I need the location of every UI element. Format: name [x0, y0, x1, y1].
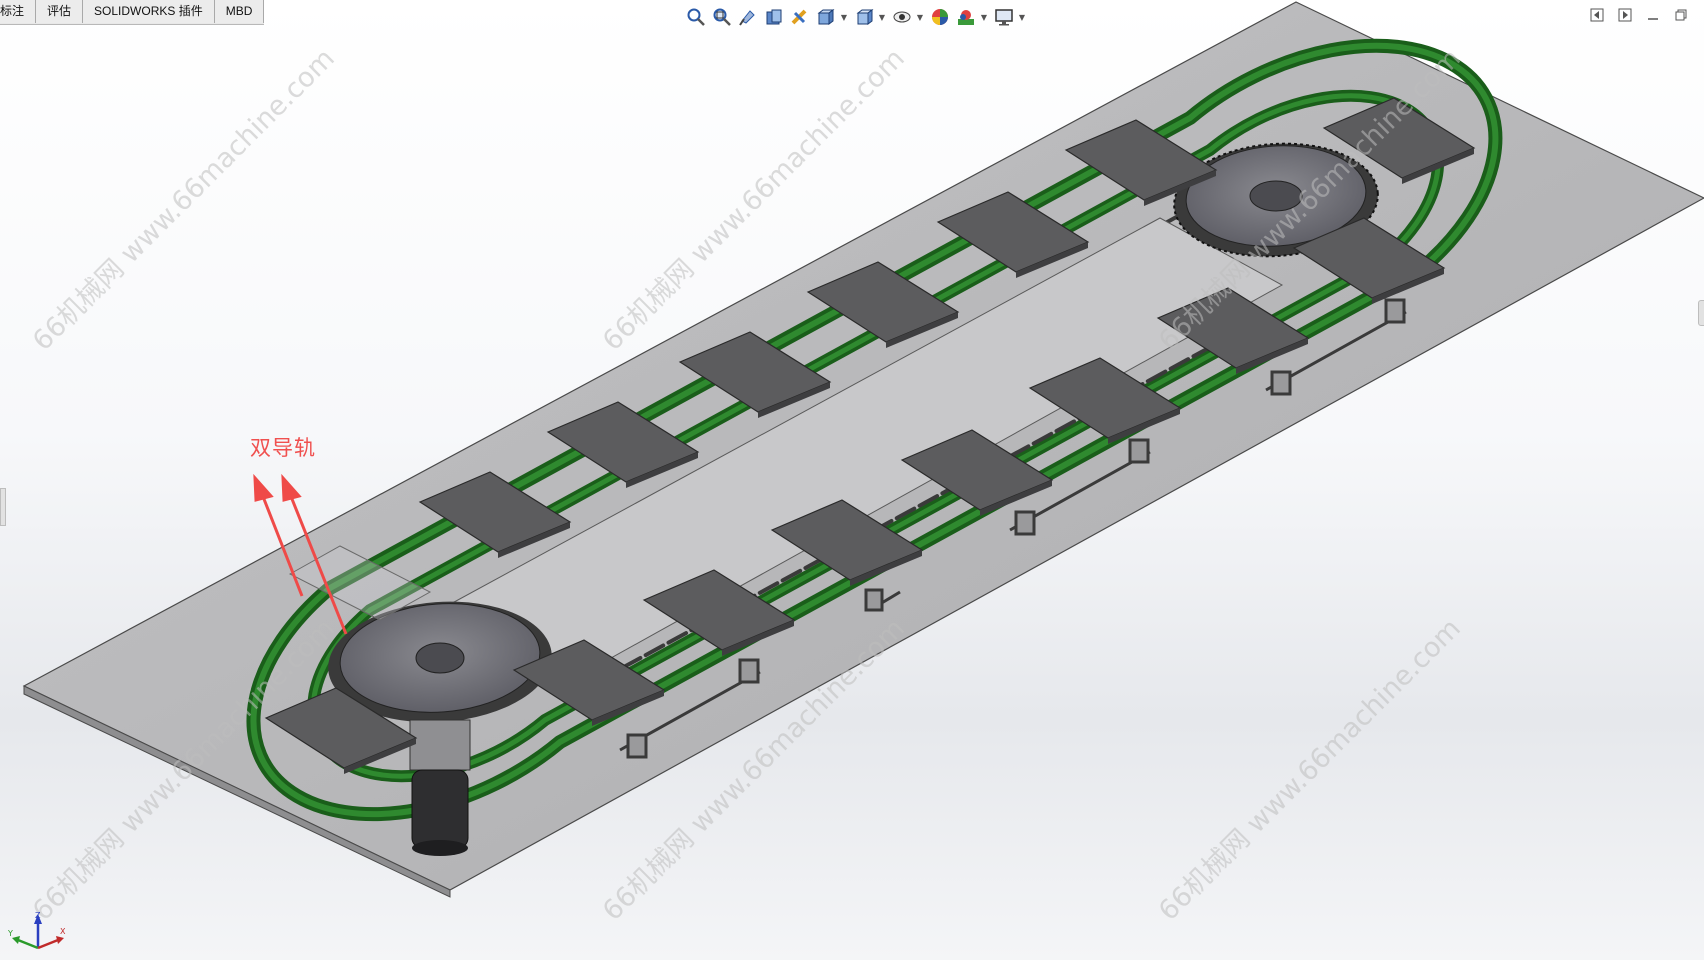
- tab-markup[interactable]: 标注: [0, 0, 37, 23]
- dynamic-annotation-views-icon[interactable]: [788, 5, 812, 29]
- left-panel-handle[interactable]: [0, 488, 6, 526]
- tab-solidworks-addins[interactable]: SOLIDWORKS 插件: [83, 0, 215, 23]
- right-panel-handle[interactable]: [1698, 300, 1704, 326]
- apply-scene-dropdown-icon[interactable]: ▼: [980, 5, 988, 29]
- view-orientation-dropdown-icon[interactable]: ▼: [840, 5, 848, 29]
- command-manager-tabs: 标注 评估 SOLIDWORKS 插件 MBD: [0, 0, 265, 25]
- reference-triad: Z Y X: [7, 911, 66, 950]
- apply-scene-icon[interactable]: [954, 5, 978, 29]
- hide-show-items-icon[interactable]: [890, 5, 914, 29]
- previous-view-icon[interactable]: [736, 5, 760, 29]
- tab-mbd[interactable]: MBD: [214, 0, 265, 23]
- tile-right-icon[interactable]: [1616, 6, 1634, 24]
- graphics-area[interactable]: 66机械网 www.66machine.com 66机械网 www.66mach…: [0, 0, 1704, 960]
- window-controls: [1588, 6, 1690, 24]
- section-view-icon[interactable]: [762, 5, 786, 29]
- triad-z-label: Z: [35, 911, 41, 920]
- drive-motor: [409, 719, 471, 856]
- model-view[interactable]: [0, 0, 1704, 960]
- view-orientation-icon[interactable]: [814, 5, 838, 29]
- zoom-to-fit-icon[interactable]: [684, 5, 708, 29]
- triad-x-label: X: [60, 927, 66, 936]
- annotation-label: 双导轨: [250, 436, 316, 460]
- view-settings-icon[interactable]: [992, 5, 1016, 29]
- tile-left-icon[interactable]: [1588, 6, 1606, 24]
- tab-evaluate[interactable]: 评估: [36, 0, 84, 23]
- restore-icon[interactable]: [1672, 6, 1690, 24]
- heads-up-view-toolbar: ▼ ▼ ▼ ▼ ▼: [684, 4, 1030, 30]
- hide-show-dropdown-icon[interactable]: ▼: [916, 5, 924, 29]
- display-style-dropdown-icon[interactable]: ▼: [878, 5, 886, 29]
- zoom-to-area-icon[interactable]: [710, 5, 734, 29]
- minimize-icon[interactable]: [1644, 6, 1662, 24]
- edit-appearance-icon[interactable]: [928, 5, 952, 29]
- display-style-icon[interactable]: [852, 5, 876, 29]
- view-settings-dropdown-icon[interactable]: ▼: [1018, 5, 1026, 29]
- triad-y-label: Y: [7, 929, 13, 938]
